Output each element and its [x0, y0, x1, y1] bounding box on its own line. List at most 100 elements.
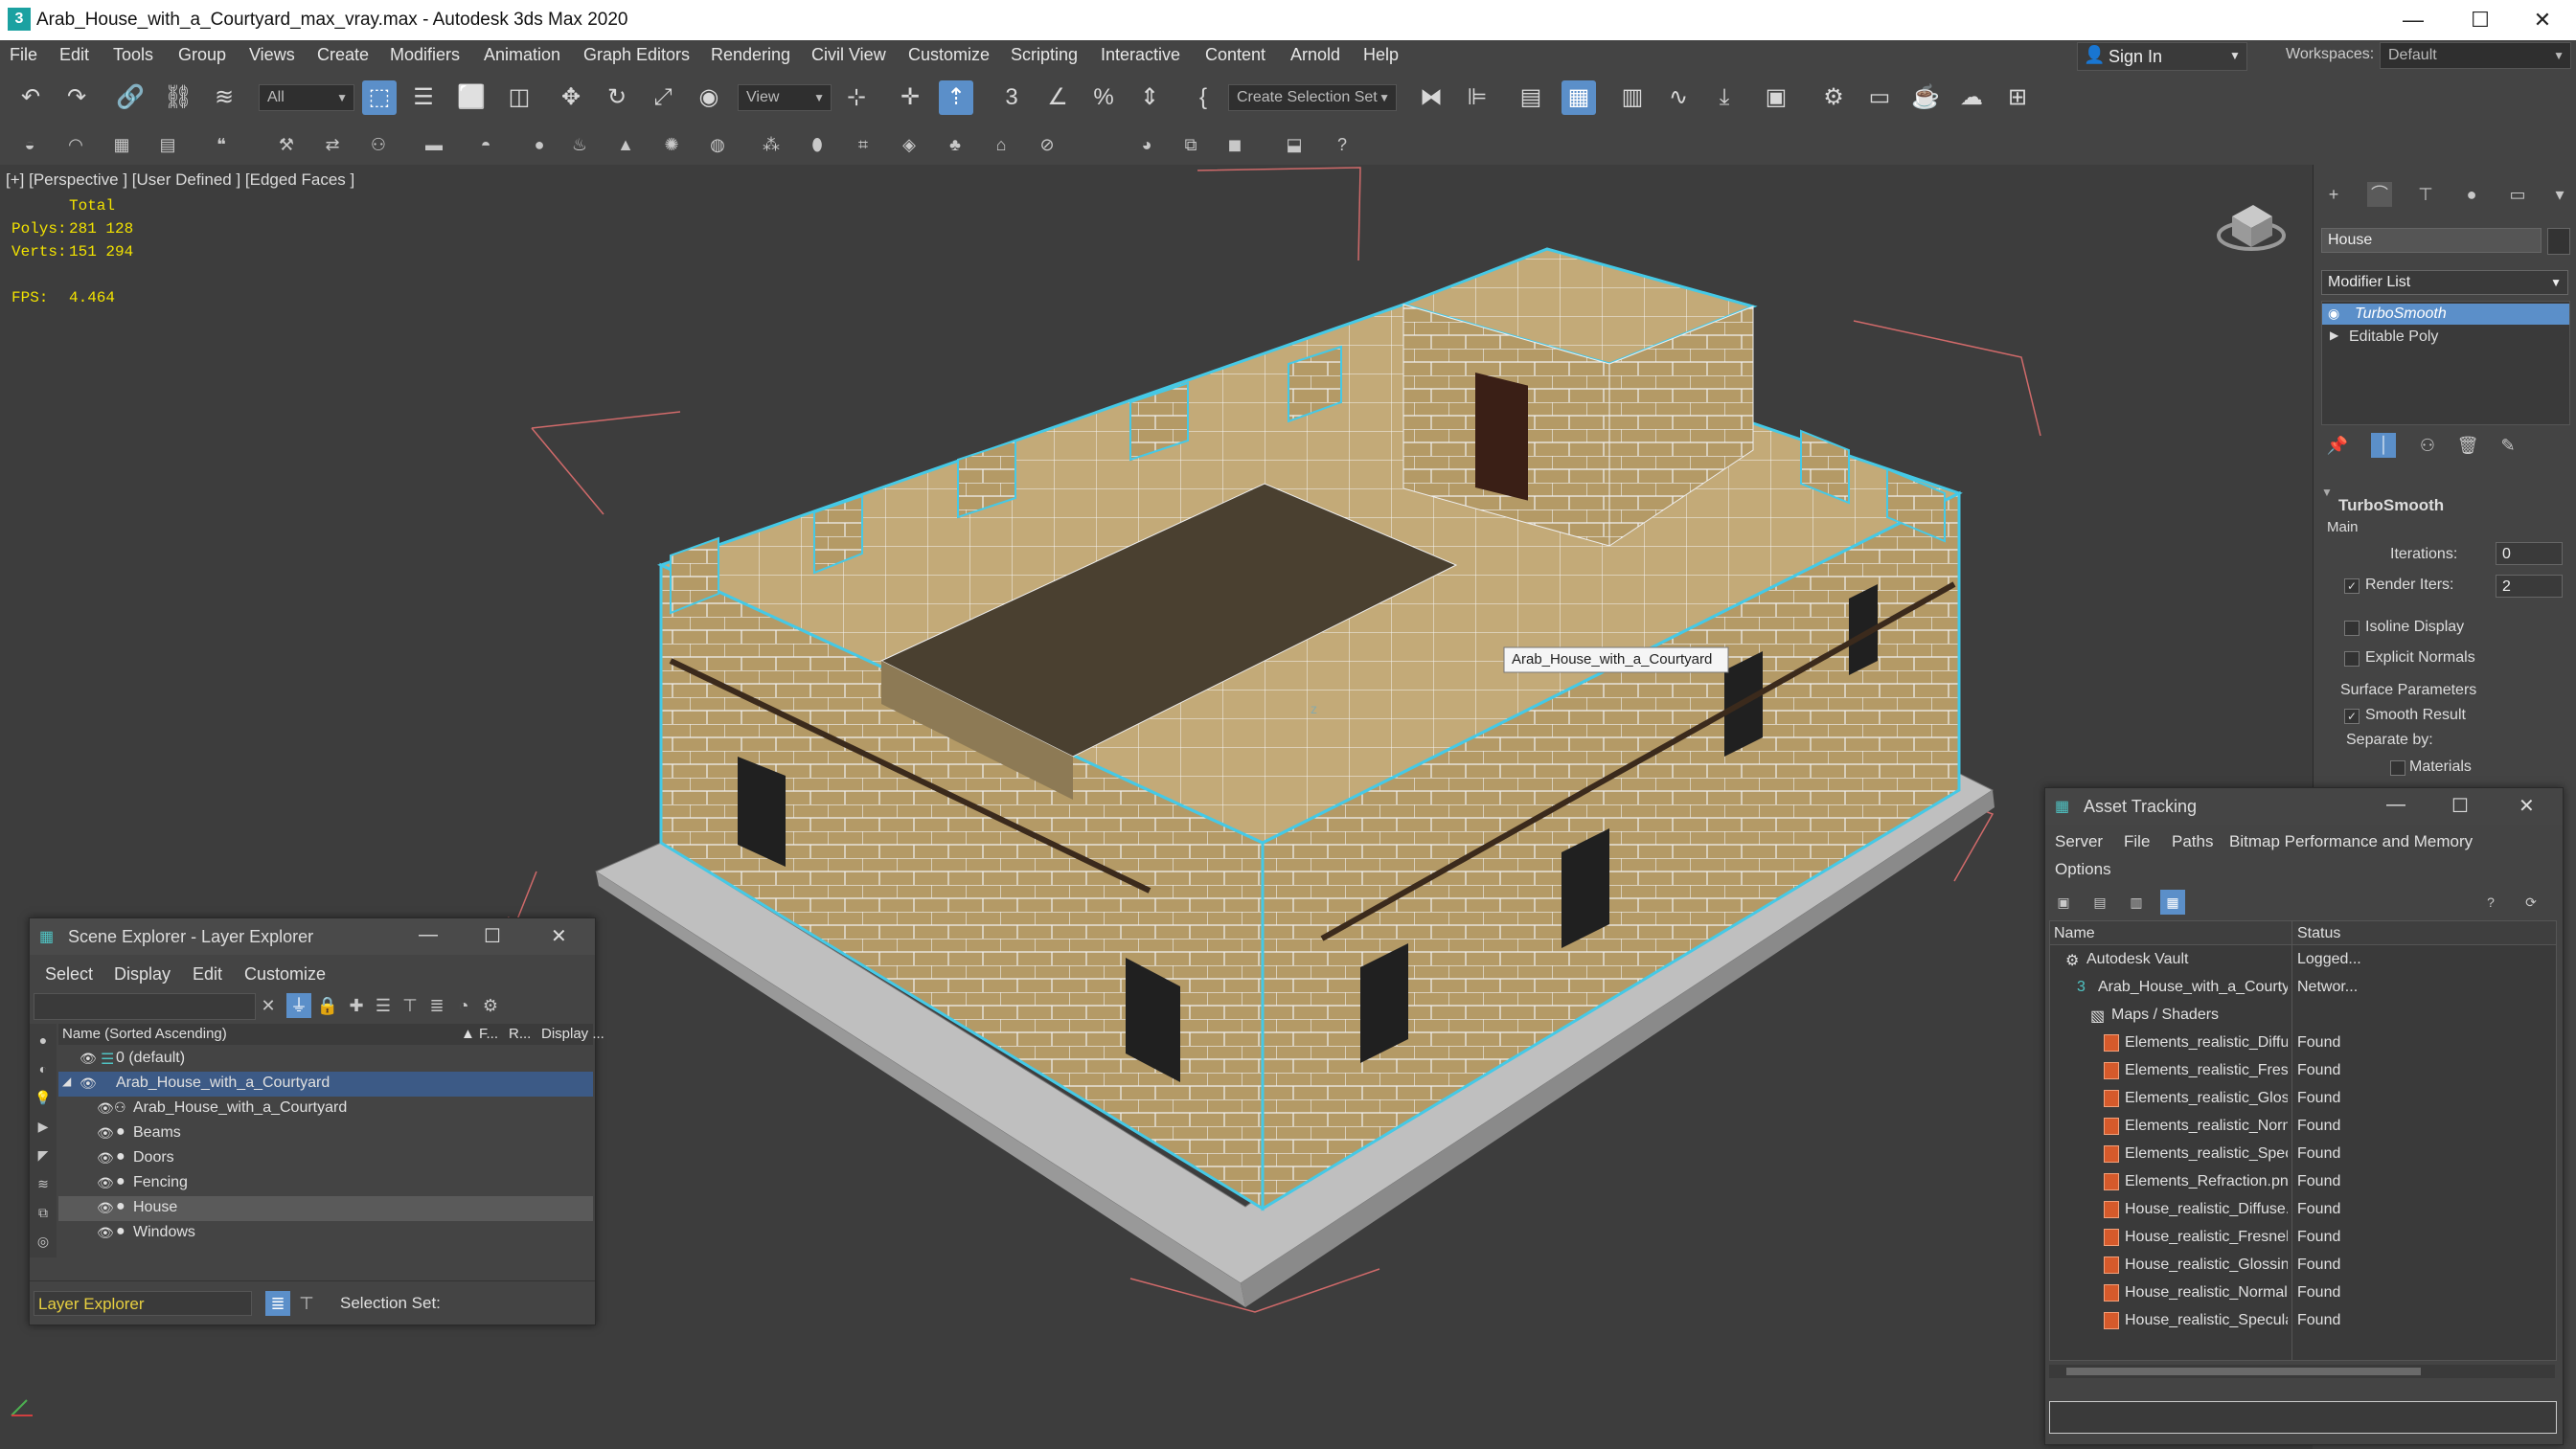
help-icon[interactable]: ? — [2478, 890, 2503, 915]
spacewarps-filter-icon[interactable]: ≋ — [31, 1171, 56, 1196]
menu-file[interactable]: File — [10, 45, 37, 65]
sun-icon[interactable]: ✺ — [659, 132, 684, 157]
stack-layers-icon[interactable]: ≣ — [424, 993, 449, 1018]
render-production-icon[interactable]: ☕ — [1908, 80, 1943, 115]
tree-row[interactable]: 👁 ☰ 0 (default) — [58, 1047, 593, 1072]
menu-group[interactable]: Group — [178, 45, 226, 65]
maximize-button[interactable]: ☐ — [2451, 794, 2469, 818]
window-crossing-icon[interactable]: ◫ — [502, 80, 536, 115]
object-name-field[interactable]: House — [2321, 228, 2542, 253]
lighting-icon[interactable]: ◠ — [63, 132, 88, 157]
place-icon[interactable]: ◉ — [692, 80, 726, 115]
eye-icon[interactable]: 👁 — [97, 1175, 114, 1191]
configure-modifier-sets-icon[interactable]: ✎ — [2496, 433, 2520, 458]
explorer-selector-dropdown[interactable]: Layer Explorer — [34, 1291, 252, 1316]
display-tab-icon[interactable]: ▭ — [2505, 182, 2530, 207]
decal-icon[interactable]: ⌂ — [989, 132, 1014, 157]
edit-named-selection-icon[interactable]: { — [1186, 80, 1220, 115]
iterations-spinner[interactable]: 0 — [2496, 542, 2563, 565]
maximize-button[interactable]: ☐ — [2447, 0, 2514, 40]
material-editor-icon[interactable]: ▣ — [1759, 80, 1793, 115]
pivot-center-icon[interactable]: ⊹ — [839, 80, 874, 115]
menu-customize[interactable]: Customize — [244, 964, 326, 985]
angle-snap-icon[interactable]: ∠ — [1040, 80, 1075, 115]
viewport-shading-icon[interactable]: ◒ — [17, 132, 42, 157]
isoline-display-checkbox[interactable] — [2344, 621, 2359, 636]
menu-edit[interactable]: Edit — [59, 45, 89, 65]
list-view-icon[interactable]: ▤ — [2087, 890, 2112, 915]
spinner-snap-icon[interactable]: ⇕ — [1132, 80, 1167, 115]
geometry-filter-icon[interactable]: ● — [31, 1028, 56, 1053]
render-iters-checkbox[interactable]: ✓ — [2344, 578, 2359, 594]
menu-options[interactable]: Options — [2055, 860, 2111, 879]
toggle-layer-explorer-icon[interactable]: ▦ — [1562, 80, 1596, 115]
menu-customize[interactable]: Customize — [908, 45, 990, 65]
menu-server[interactable]: Server — [2055, 832, 2103, 851]
eye-icon[interactable]: ◉ — [2328, 306, 2339, 322]
layer-mode-icon[interactable]: ≣ — [265, 1291, 290, 1316]
tree-row[interactable]: 👁 ● House — [58, 1196, 593, 1221]
asset-row[interactable]: House_realistic_Specular.png Found — [2050, 1307, 2556, 1335]
bind-space-warp-icon[interactable]: ≋ — [207, 80, 241, 115]
named-selection-set-dropdown[interactable]: Create Selection Set ▼ — [1228, 84, 1397, 111]
menu-interactive[interactable]: Interactive — [1101, 45, 1180, 65]
asset-row[interactable]: House_realistic_Glossiness.png Found — [2050, 1252, 2556, 1279]
table-view-icon[interactable]: ▦ — [2160, 890, 2185, 915]
asset-tracking-titlebar[interactable]: ▦ Asset Tracking — ☐ ✕ — [2045, 788, 2563, 825]
utilities-tab-icon[interactable]: ▾ — [2547, 182, 2572, 207]
minimize-button[interactable]: — — [419, 924, 438, 946]
eye-icon[interactable]: 👁 — [80, 1051, 97, 1067]
undo-icon[interactable]: ↶ — [13, 80, 48, 115]
tree-row[interactable]: 👁 ● Windows — [58, 1221, 593, 1246]
asset-row[interactable]: Elements_realistic_Diffuse.png Found — [2050, 1030, 2556, 1057]
menu-help[interactable]: Help — [1363, 45, 1399, 65]
tree-row[interactable]: 👁 ● Fencing — [58, 1171, 593, 1196]
calculator-icon[interactable]: ▦ — [109, 132, 134, 157]
menu-modifiers[interactable]: Modifiers — [390, 45, 460, 65]
expand-arrow-icon[interactable]: ◢ — [62, 1075, 71, 1088]
lock-icon[interactable]: 🔒 — [315, 993, 340, 1018]
link-icon[interactable]: 🔗 — [113, 80, 148, 115]
stack-item-editable-poly[interactable]: ▶ Editable Poly — [2322, 327, 2569, 348]
menu-file[interactable]: File — [2124, 832, 2150, 851]
toggle-scene-explorer-icon[interactable]: ▤ — [1514, 80, 1548, 115]
menu-create[interactable]: Create — [317, 45, 369, 65]
highlight-icon[interactable]: ◔ — [451, 993, 476, 1018]
asset-row[interactable]: House_realistic_Normal.png Found — [2050, 1279, 2556, 1307]
groups-filter-icon[interactable]: ⧉ — [31, 1200, 56, 1225]
asset-row[interactable]: ▧ Maps / Shaders — [2050, 1002, 2556, 1030]
turbosmooth-rollout-title[interactable]: TurboSmooth — [2338, 496, 2444, 515]
asset-row[interactable]: Elements_realistic_Fresnel.png Found — [2050, 1057, 2556, 1085]
asset-row[interactable]: Elements_Refraction.png Found — [2050, 1168, 2556, 1196]
toggle-ribbon-icon[interactable]: ▥ — [1615, 80, 1650, 115]
motion-tab-icon[interactable]: ● — [2459, 182, 2484, 207]
sphere-icon[interactable]: ● — [527, 132, 552, 157]
menu-rendering[interactable]: Rendering — [711, 45, 790, 65]
hierarchy-tab-icon[interactable]: ⊤ — [2413, 182, 2438, 207]
align-icon[interactable]: ⊫ — [1460, 80, 1494, 115]
column-render[interactable]: R... — [509, 1026, 531, 1042]
mirror-icon[interactable]: ⧓ — [1414, 80, 1448, 115]
scale-icon[interactable]: ⤢ — [646, 80, 680, 115]
search-input[interactable] — [34, 993, 256, 1020]
ipr-icon[interactable]: ◼ — [1222, 132, 1247, 157]
modifier-list-dropdown[interactable]: Modifier List ▼ — [2321, 270, 2568, 295]
menu-bitmap-performance[interactable]: Bitmap Performance and Memory — [2229, 832, 2473, 851]
chat-icon[interactable]: ❝ — [209, 132, 234, 157]
asset-row[interactable]: Elements_realistic_Glossiness.png Found — [2050, 1085, 2556, 1113]
column-display[interactable]: Display ... — [541, 1026, 604, 1042]
column-name[interactable]: Name — [2054, 925, 2095, 942]
tree-row[interactable]: ◢ 👁 Arab_House_with_a_Courtyard — [58, 1072, 593, 1097]
workspace-dropdown[interactable]: Default ▼ — [2380, 42, 2571, 69]
shapes-filter-icon[interactable]: ◐ — [31, 1056, 56, 1081]
lister-icon[interactable]: ⬓ — [1282, 132, 1307, 157]
object-color-swatch[interactable] — [2547, 228, 2570, 255]
add-layer-icon[interactable]: ✚ — [344, 993, 369, 1018]
materials-checkbox[interactable] — [2390, 760, 2405, 776]
remove-modifier-icon[interactable]: 🗑 — [2455, 433, 2480, 458]
refresh-icon[interactable]: ⟳ — [2519, 890, 2543, 915]
select-object-icon[interactable]: ⬚ — [362, 80, 397, 115]
filter-icon[interactable]: ⏚ — [286, 993, 311, 1018]
menu-content[interactable]: Content — [1205, 45, 1265, 65]
clear-search-icon[interactable]: ✕ — [256, 993, 281, 1018]
